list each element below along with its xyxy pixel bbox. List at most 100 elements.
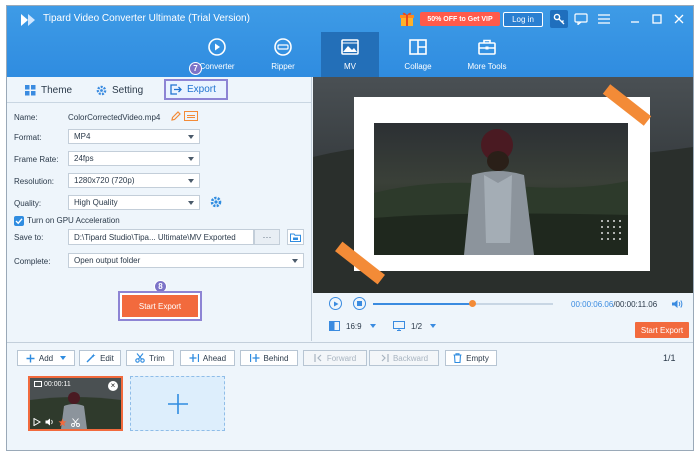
maximize-icon[interactable]	[648, 10, 666, 28]
effect-star-icon[interactable]	[58, 418, 67, 427]
empty-label: Empty	[466, 353, 489, 363]
scissors-icon	[135, 353, 145, 363]
subtab-export[interactable]: Export	[164, 79, 228, 100]
frame-rate-value: 24fps	[74, 154, 94, 163]
video-preview	[313, 77, 693, 293]
edit-name-icon[interactable]	[171, 111, 181, 121]
ahead-button[interactable]: Ahead	[180, 350, 235, 366]
volume-icon[interactable]	[45, 418, 54, 426]
magic-wand-icon	[86, 353, 96, 363]
start-export-button[interactable]: Start Export	[635, 322, 689, 338]
login-button[interactable]: Log in	[503, 12, 543, 27]
quality-select[interactable]: High Quality	[68, 195, 200, 210]
image-icon	[341, 39, 359, 55]
forward-button[interactable]: Forward	[303, 350, 367, 366]
timeline-toolbar: Add Edit Trim Ahead Behind Forward Backw…	[7, 342, 693, 372]
preview-photo	[374, 123, 628, 255]
backward-label: Backward	[392, 353, 429, 363]
frame-rate-label: Frame Rate:	[14, 155, 59, 164]
time-readout: 00:00:06.06/00:00:11.06	[571, 300, 658, 309]
resolution-label: Resolution:	[14, 177, 55, 186]
browse-path-button[interactable]: ···	[254, 229, 280, 245]
add-button[interactable]: Add	[17, 350, 75, 366]
add-clip-placeholder[interactable]	[130, 376, 225, 431]
tab-ripper[interactable]: Ripper	[254, 32, 312, 77]
chevron-down-icon	[430, 324, 437, 328]
screen-page-select[interactable]: 1/2	[393, 321, 437, 331]
app-window: Tipard Video Converter Ultimate (Trial V…	[6, 5, 694, 451]
trash-icon	[453, 353, 462, 363]
stop-button[interactable]	[353, 297, 366, 310]
subtab-theme-label: Theme	[41, 84, 73, 96]
decorative-dot-grid	[601, 220, 621, 240]
tab-more-tools[interactable]: More Tools	[457, 32, 517, 77]
play-icon	[333, 301, 338, 306]
quality-settings-gear-icon[interactable]	[210, 196, 222, 208]
trim-button[interactable]: Trim	[126, 350, 174, 366]
screen-page-value: 1/2	[411, 321, 423, 331]
complete-action-select[interactable]: Open output folder	[68, 253, 304, 268]
chevron-down-icon	[188, 179, 194, 183]
clip-duration-text: 00:00:11	[44, 381, 71, 388]
info-badge-icon[interactable]	[184, 111, 198, 121]
empty-button[interactable]: Empty	[445, 350, 497, 366]
play-button[interactable]	[329, 297, 342, 310]
quality-value: High Quality	[74, 198, 118, 207]
gpu-acceleration-checkbox[interactable]	[14, 216, 24, 226]
total-time: 00:00:11.06	[615, 300, 658, 309]
behind-button[interactable]: Behind	[240, 350, 298, 366]
person-silhouette	[374, 129, 628, 255]
progress-bar[interactable]	[373, 300, 553, 307]
app-logo-icon	[21, 14, 35, 26]
progress-knob[interactable]	[468, 300, 476, 307]
quality-label: Quality:	[14, 199, 42, 208]
save-to-label: Save to:	[14, 233, 44, 242]
vip-promo-badge[interactable]: 50% OFF to Get VIP	[420, 12, 500, 26]
resolution-select[interactable]: 1280x720 (720p)	[68, 173, 200, 188]
complete-label: Complete:	[14, 257, 51, 266]
step-badge-7: 7	[189, 62, 202, 75]
minimize-icon[interactable]	[626, 10, 644, 28]
aspect-ratio-select[interactable]: 16:9	[329, 321, 376, 331]
edit-button[interactable]: Edit	[79, 350, 121, 366]
current-time: 00:00:06.06	[571, 300, 614, 309]
insert-ahead-icon	[189, 354, 199, 362]
name-value: ColorCorrectedVideo.mp4	[68, 113, 161, 122]
key-icon[interactable]	[550, 10, 568, 28]
film-icon	[34, 381, 42, 387]
folder-icon	[290, 233, 301, 242]
mv-settings-panel: Theme Setting Export Name: ColorCorrecte…	[7, 77, 312, 341]
gift-icon[interactable]	[399, 11, 415, 27]
forward-bracket-icon	[314, 354, 322, 362]
play-icon[interactable]	[33, 418, 41, 426]
insert-behind-icon	[249, 354, 260, 362]
start-export-button-highlighted[interactable]: Start Export	[118, 291, 202, 321]
name-label: Name:	[14, 113, 38, 122]
backward-button[interactable]: Backward	[369, 350, 439, 366]
format-select[interactable]: MP4	[68, 129, 200, 144]
chevron-down-icon	[369, 324, 376, 328]
subtab-theme[interactable]: Theme	[25, 80, 72, 100]
remove-clip-button[interactable]: ×	[108, 381, 118, 391]
menu-icon[interactable]	[595, 10, 613, 28]
clip-strip: 00:00:11 ×	[7, 372, 693, 450]
add-label: Add	[38, 353, 54, 363]
volume-icon[interactable]	[671, 299, 683, 309]
close-icon[interactable]	[670, 10, 688, 28]
trim-label: Trim	[149, 353, 165, 363]
tab-mv[interactable]: MV	[321, 32, 379, 77]
clip-thumbnail[interactable]: 00:00:11 ×	[28, 376, 123, 431]
aspect-ratio-icon	[329, 321, 340, 331]
save-to-path-field[interactable]: D:\Tipard Studio\Tipa... Ultimate\MV Exp…	[68, 229, 254, 245]
subtab-setting[interactable]: Setting	[96, 80, 143, 100]
frame-rate-select[interactable]: 24fps	[68, 151, 200, 166]
chevron-down-icon	[292, 259, 298, 263]
scissors-icon[interactable]	[71, 418, 80, 427]
export-icon	[170, 84, 182, 95]
behind-label: Behind	[263, 353, 289, 363]
forward-label: Forward	[326, 353, 357, 363]
chat-icon[interactable]	[572, 10, 590, 28]
open-folder-button[interactable]	[287, 229, 304, 245]
tab-collage[interactable]: Collage	[389, 32, 447, 77]
resolution-value: 1280x720 (720p)	[74, 176, 135, 185]
